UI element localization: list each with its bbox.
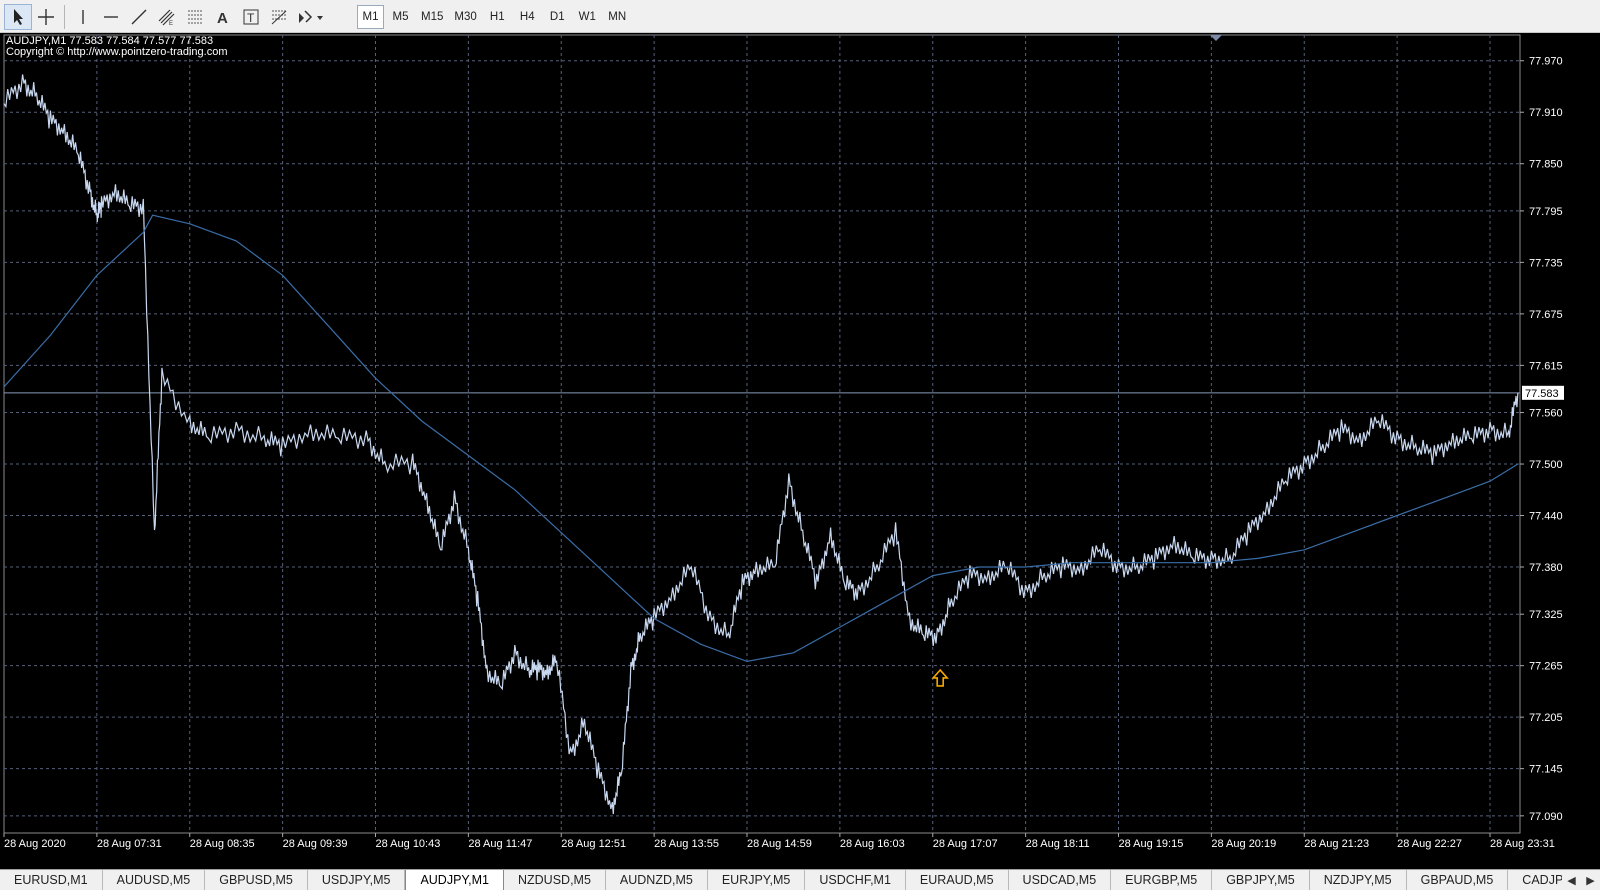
buy-arrow-icon [931,668,949,687]
x-tick-label: 28 Aug 07:31 [97,838,162,850]
y-tick-label: 77.850 [1529,159,1563,171]
y-tick-label: 77.265 [1529,661,1563,673]
chart-tab[interactable]: EURUSD,M1 [0,870,103,890]
x-tick-label: 28 Aug 09:39 [283,838,348,850]
cursor-icon[interactable] [4,3,32,30]
chart-tab[interactable]: EURAUD,M5 [906,870,1009,890]
y-tick-label: 77.970 [1529,56,1563,68]
x-tick-label: 28 Aug 14:59 [747,838,812,850]
price-series-line [3,74,1519,815]
svg-text:E: E [169,21,173,26]
plot-border [3,34,1521,834]
y-tick-label: 77.615 [1529,360,1563,372]
chart-tab[interactable]: AUDNZD,M5 [606,870,708,890]
y-tick-label: 77.500 [1529,459,1563,471]
chart-copyright: Copyright © http://www.pointzero-trading… [6,46,228,58]
x-tick-label: 28 Aug 2020 [4,838,66,850]
chart-tabs: EURUSD,M1 AUDUSD,M5 GBPUSD,M5 USDJPY,M5 AUDJ… [0,869,1600,890]
timeframe-d1-button[interactable]: D1 [544,5,571,29]
chart-window[interactable]: 77.970 77.910 77.850 77.795 77.735 77.675 77.6… [0,33,1600,869]
tab-scroll-controls: ◀ ▶ [1562,869,1600,890]
price-chart[interactable]: 77.970 77.910 77.850 77.795 77.735 77.675 77.6… [0,33,1600,869]
vertical-line-icon[interactable] [69,4,97,30]
chart-tab[interactable]: GBPAUD,M5 [1407,870,1509,890]
chart-tab[interactable]: USDCHF,M1 [805,870,906,890]
x-tick-label: 28 Aug 12:51 [561,838,626,850]
toolbar: E A T M1 M5 M15 M30 H1 H4 D1 W1 MN [0,0,1600,33]
text-icon[interactable]: A [209,4,237,30]
timeframe-w1-button[interactable]: W1 [574,5,601,29]
y-tick-label: 77.325 [1529,609,1563,621]
y-tick-label: 77.380 [1529,562,1563,574]
chart-tab[interactable]: NZDUSD,M5 [504,870,606,890]
x-tick-label: 28 Aug 13:55 [654,838,719,850]
x-tick-label: 28 Aug 23:31 [1490,838,1555,850]
x-tick-label: 28 Aug 11:47 [468,838,532,850]
x-tick-label: 28 Aug 08:35 [190,838,255,850]
x-tick-label: 28 Aug 21:23 [1304,838,1369,850]
x-tick-label: 28 Aug 10:43 [376,838,441,850]
separator [64,4,65,29]
scroll-left-icon[interactable]: ◀ [1567,874,1575,887]
chart-tab[interactable]: AUDJPY,M1 [405,870,504,890]
crosshair-icon[interactable] [32,4,60,30]
chart-tab[interactable]: AUDUSD,M5 [103,870,206,890]
timeframe-mn-button[interactable]: MN [604,5,631,29]
chart-tab[interactable]: USDJPY,M5 [308,870,406,890]
y-tick-label: 77.440 [1529,511,1563,523]
svg-text:T: T [247,11,255,25]
chart-tab[interactable]: USDCAD,M5 [1009,870,1112,890]
y-tick-label: 77.795 [1529,206,1563,218]
trendline-icon[interactable] [125,4,153,30]
chart-tab[interactable]: GBPUSD,M5 [205,870,308,890]
y-tick-label: 77.735 [1529,257,1563,269]
timeframe-bar: M1 M5 M15 M30 H1 H4 D1 W1 MN [357,3,634,30]
timeframe-m1-button[interactable]: M1 [357,4,384,29]
chart-tab[interactable]: NZDJPY,M5 [1310,870,1407,890]
y-tick-label: 77.145 [1529,764,1563,776]
chart-info: AUDJPY,M1 77.583 77.584 77.577 77.583 Co… [6,36,227,58]
x-tick-label: 28 Aug 19:15 [1119,838,1184,850]
current-price-label: 77.583 [1525,388,1559,400]
timeframe-h1-button[interactable]: H1 [484,5,511,29]
arrows-menu-icon[interactable] [293,4,329,30]
timeframe-m5-button[interactable]: M5 [387,5,414,29]
x-tick-label: 28 Aug 20:19 [1211,838,1276,850]
timeframe-m15-button[interactable]: M15 [417,5,447,29]
chart-tab[interactable]: EURJPY,M5 [708,870,806,890]
chart-tab[interactable]: EURGBP,M5 [1111,870,1213,890]
chart-tab[interactable]: GBPJPY,M5 [1212,870,1310,890]
scroll-right-icon[interactable]: ▶ [1586,874,1594,887]
horizontal-line-icon[interactable] [97,4,125,30]
timeframe-h4-button[interactable]: H4 [514,5,541,29]
x-tick-label: 28 Aug 18:11 [1026,838,1090,850]
timeframe-m30-button[interactable]: M30 [450,5,480,29]
equidistant-channel-icon[interactable]: E [153,4,181,30]
fibonacci-fan-icon[interactable] [265,4,293,30]
y-tick-label: 77.560 [1529,408,1563,420]
y-tick-label: 77.205 [1529,712,1563,724]
drawing-tools: E A T [4,3,329,30]
fibonacci-retracement-icon[interactable] [181,4,209,30]
y-tick-label: 77.090 [1529,811,1563,823]
x-tick-label: 28 Aug 17:07 [933,838,998,850]
y-tick-label: 77.910 [1529,107,1563,119]
text-label-icon[interactable]: T [237,4,265,30]
moving-average-line [3,214,1519,663]
svg-text:A: A [217,10,228,26]
x-tick-label: 28 Aug 16:03 [840,838,905,850]
x-tick-label: 28 Aug 22:27 [1397,838,1462,850]
y-tick-label: 77.675 [1529,309,1563,321]
